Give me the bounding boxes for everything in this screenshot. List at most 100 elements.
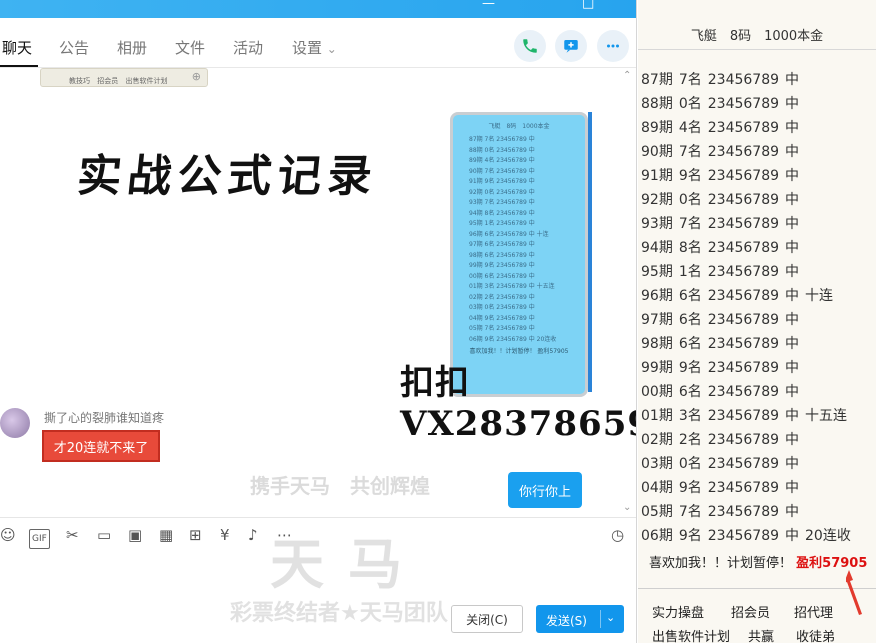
phone-line: 98期 6名 23456789 中 — [469, 251, 535, 259]
close-button[interactable]: 关闭(C) — [451, 605, 523, 633]
phone-line: 94期 8名 23456789 中 — [469, 209, 535, 217]
record-period: 94期 — [641, 240, 673, 256]
record-period: 03期 — [641, 456, 673, 472]
record-numbers: 23456789 — [707, 216, 780, 232]
phone-edge-bar — [588, 112, 592, 392]
record-result: 中 — [785, 72, 800, 88]
phone-line: 89期 4名 23456789 中 — [469, 157, 535, 164]
phone-line: 02期 2名 23456789 中 — [469, 293, 535, 301]
record-row: 00期 6名 23456789 中 — [641, 382, 876, 406]
record-result: 中 — [785, 456, 800, 472]
tab-chat[interactable]: 聊天 — [2, 37, 32, 58]
folder-icon[interactable]: ▭ — [97, 527, 111, 543]
record-numbers: 23456789 — [707, 456, 780, 472]
record-streak: 20连收 — [805, 528, 851, 544]
link-apprentice[interactable]: 收徒弟 — [796, 626, 835, 643]
panel-divider — [638, 588, 876, 589]
scroll-up-arrow[interactable]: ⌃ — [623, 70, 631, 81]
image-icon[interactable]: ▣ — [128, 527, 142, 543]
tab-settings[interactable]: 设置 ⌄ — [292, 37, 337, 58]
zoom-icon[interactable]: ⊕ — [192, 70, 201, 83]
record-result: 中 — [785, 504, 800, 520]
gift-icon[interactable]: ⊞ — [189, 527, 202, 543]
sent-message-bubble: 你行你上 — [508, 472, 582, 508]
phone-line: 95期 1名 23456789 中 — [469, 220, 535, 227]
record-result: 中 — [785, 384, 800, 400]
send-options-chevron-icon[interactable]: ⌄ — [606, 611, 615, 624]
record-row: 98期 6名 23456789 中 — [641, 334, 876, 358]
record-period: 96期 — [641, 288, 673, 304]
scissors-icon[interactable]: ✂ — [66, 527, 79, 543]
send-button[interactable]: 发送(S) ⌄ — [536, 605, 624, 633]
tab-album[interactable]: 相册 — [117, 37, 147, 58]
more-tools-icon[interactable]: ⋯ — [277, 527, 292, 543]
maximize-button[interactable]: □ — [582, 0, 594, 11]
record-rank: 8名 — [678, 240, 702, 256]
record-numbers: 23456789 — [707, 168, 780, 184]
scroll-down-arrow[interactable]: ⌄ — [623, 502, 631, 513]
chat-window: — □ 聊天 公告 相册 文件 活动 设置 ⌄ 教技巧 招会员 出售软件计划 ⊕… — [0, 0, 637, 643]
phone-line: 91期 9名 23456789 中 — [469, 178, 535, 185]
input-toolbar: ☺ GIF ✂ ▭ ▣ ▦ ⊞ ¥ ♪ ⋯ ◷ — [0, 517, 636, 553]
record-period: 04期 — [641, 480, 673, 496]
record-result: 中 — [785, 120, 800, 136]
promo-banner[interactable]: 教技巧 招会员 出售软件计划 ⊕ — [40, 68, 208, 87]
send-divider — [600, 610, 601, 628]
record-period: 05期 — [641, 504, 673, 520]
record-rank: 7名 — [678, 144, 702, 160]
record-result: 中 — [785, 432, 800, 448]
record-period: 93期 — [641, 216, 673, 232]
avatar[interactable] — [0, 408, 30, 438]
emoji-icon[interactable]: ☺ — [0, 527, 16, 543]
record-period: 06期 — [641, 528, 673, 544]
tab-announcement[interactable]: 公告 — [59, 37, 89, 58]
link-sell-software[interactable]: 出售软件计划 — [652, 626, 730, 643]
record-message: 喜欢加我！！计划暂停！ 盈利57905 — [649, 552, 867, 571]
record-numbers: 23456789 — [707, 288, 780, 304]
tab-activity[interactable]: 活动 — [233, 37, 263, 58]
bell-icon[interactable]: ♪ — [248, 527, 258, 543]
voice-call-button[interactable] — [514, 30, 546, 62]
sender-name[interactable]: 撕了心的裂肺谁知道疼 — [44, 409, 164, 426]
record-period: 01期 — [641, 408, 673, 424]
record-period: 88期 — [641, 96, 673, 112]
record-row: 05期 7名 23456789 中 — [641, 502, 876, 526]
history-clock-icon[interactable]: ◷ — [611, 527, 624, 543]
minimize-button[interactable]: — — [482, 0, 495, 11]
record-rank: 9名 — [678, 528, 702, 544]
record-row: 89期 4名 23456789 中 — [641, 118, 876, 142]
record-row: 95期 1名 23456789 中 — [641, 262, 876, 286]
record-rank: 1名 — [678, 264, 702, 280]
record-rank: 7名 — [678, 504, 702, 520]
record-period: 99期 — [641, 360, 673, 376]
phone-line: 05期 7名 23456789 中 — [469, 325, 535, 332]
record-list: 87期 7名 23456789 中 88期 0名 23456789 中 89期 4名 2345678… — [641, 70, 876, 550]
record-row: 01期 3名 23456789 中十五连 — [641, 406, 876, 430]
record-row: 91期 9名 23456789 中 — [641, 166, 876, 190]
record-rank: 0名 — [678, 456, 702, 472]
record-rank: 6名 — [678, 312, 702, 328]
share-screen-button[interactable] — [555, 30, 587, 62]
tab-files[interactable]: 文件 — [175, 37, 205, 58]
record-numbers: 23456789 — [707, 120, 780, 136]
record-period: 91期 — [641, 168, 673, 184]
record-row: 87期 7名 23456789 中 — [641, 70, 876, 94]
phone-line: 04期 9名 23456789 中 — [469, 314, 535, 322]
record-rank: 6名 — [678, 384, 702, 400]
video-icon[interactable]: ▦ — [159, 527, 173, 543]
record-period: 98期 — [641, 336, 673, 352]
link-recruit-members[interactable]: 招会员 — [731, 602, 770, 621]
record-result: 中 — [785, 288, 800, 304]
link-pro-trading[interactable]: 实力操盘 — [652, 602, 704, 621]
red-packet-icon[interactable]: ¥ — [220, 527, 230, 543]
more-options-button[interactable] — [597, 30, 629, 62]
record-rank: 9名 — [678, 480, 702, 496]
gif-icon[interactable]: GIF — [29, 529, 50, 549]
record-numbers: 23456789 — [707, 528, 780, 544]
record-rank: 7名 — [678, 216, 702, 232]
link-win-win[interactable]: 共赢 — [748, 626, 774, 643]
record-numbers: 23456789 — [707, 336, 780, 352]
phone-line: 90期 7名 23456789 中 — [469, 167, 535, 175]
record-numbers: 23456789 — [707, 312, 780, 328]
link-recruit-agents[interactable]: 招代理 — [794, 602, 833, 621]
